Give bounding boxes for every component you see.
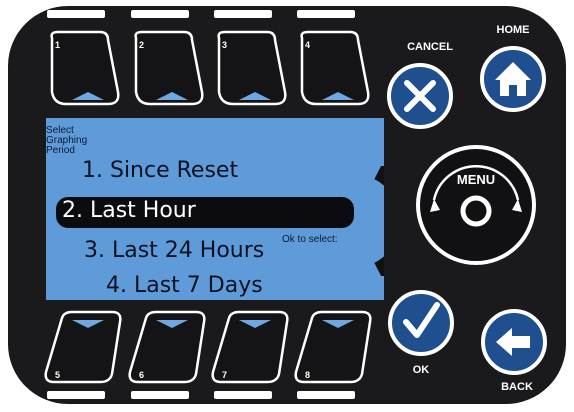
softkey-2-label: 2 xyxy=(139,40,144,50)
softkey-5-label: 5 xyxy=(55,370,60,380)
home-button[interactable] xyxy=(480,46,546,112)
softkey-6-label: 6 xyxy=(139,370,144,380)
softkey-indicator-2 xyxy=(131,10,189,18)
softkey-4-label: 4 xyxy=(305,40,310,50)
softkey-indicator-3 xyxy=(214,10,272,18)
menu-label: MENU xyxy=(457,172,495,187)
softkey-4[interactable] xyxy=(300,30,370,106)
softkey-indicator-8 xyxy=(297,391,355,399)
prompt-line-3: Period xyxy=(46,145,75,156)
home-label: HOME xyxy=(497,24,530,36)
ok-button[interactable] xyxy=(388,290,454,356)
menu-option-2-selected[interactable]: 2. Last Hour xyxy=(56,197,354,228)
softkey-8-label: 8 xyxy=(305,370,310,380)
back-label: BACK xyxy=(501,381,533,393)
menu-option-1[interactable]: 1. Since Reset xyxy=(82,158,238,183)
softkey-7-label: 7 xyxy=(222,370,227,380)
softkey-indicator-1 xyxy=(47,10,105,18)
scroll-indicator xyxy=(374,166,384,276)
menu-dial[interactable] xyxy=(416,145,536,265)
back-button[interactable] xyxy=(481,309,547,375)
lcd-screen: Select Graphing Period 1. Since Reset 2.… xyxy=(46,118,384,300)
menu-option-4[interactable]: 4. Last 7 Days xyxy=(106,273,263,298)
cancel-label: CANCEL xyxy=(407,41,453,53)
softkey-3-label: 3 xyxy=(222,40,227,50)
ok-label: OK xyxy=(413,364,430,376)
softkey-indicator-5 xyxy=(47,391,105,399)
softkey-indicator-6 xyxy=(131,391,189,399)
cancel-button[interactable] xyxy=(387,63,453,129)
softkey-2[interactable] xyxy=(134,30,204,106)
softkey-indicator-4 xyxy=(297,10,355,18)
softkey-3[interactable] xyxy=(217,30,287,106)
softkey-indicator-7 xyxy=(214,391,272,399)
menu-option-2: 2. Last Hour xyxy=(62,198,196,223)
softkey-1-label: 1 xyxy=(55,40,60,50)
ok-hint: Ok to select: xyxy=(282,234,338,245)
softkey-1[interactable] xyxy=(50,30,120,106)
menu-option-3[interactable]: 3. Last 24 Hours xyxy=(84,238,264,263)
